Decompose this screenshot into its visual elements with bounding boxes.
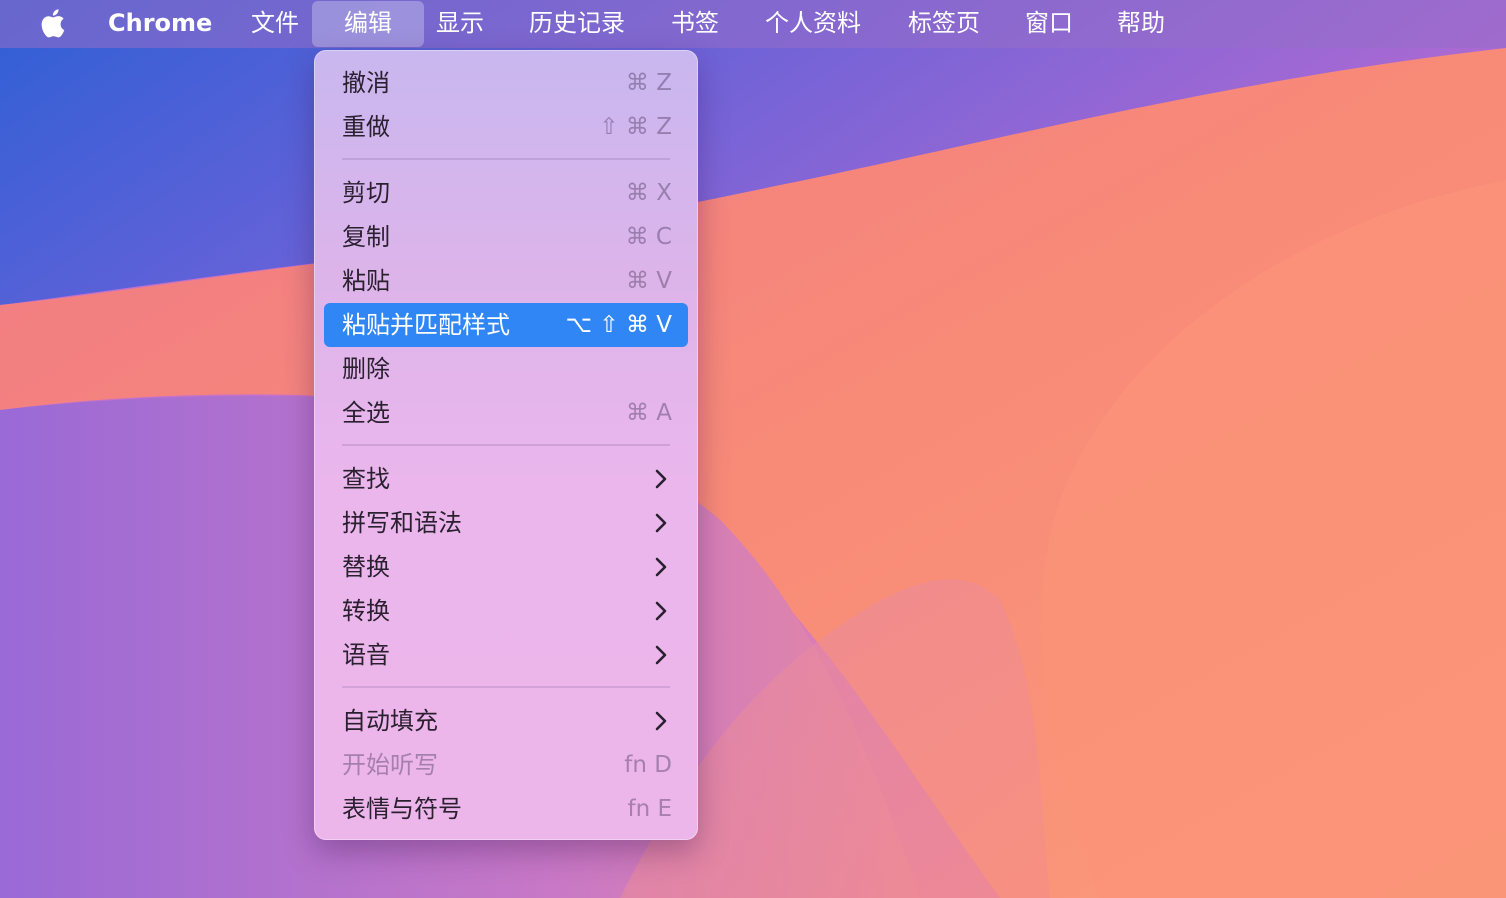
menu-item-speech[interactable]: 语音 (324, 633, 688, 677)
menu-item-label: 自动填充 (342, 707, 438, 735)
menu-item-label: 重做 (342, 113, 390, 141)
menu-item-spelling-and-grammar[interactable]: 拼写和语法 (324, 501, 688, 545)
menu-item-shortcut: fn D (624, 752, 672, 778)
menu-item-label: 表情与符号 (342, 795, 462, 823)
menu-item-shortcut: ⌘ C (625, 224, 672, 250)
chevron-right-icon (655, 469, 667, 489)
chevron-right-icon (655, 645, 667, 665)
edit-menu-dropdown: 撤消 ⌘ Z 重做 ⇧ ⌘ Z 剪切 ⌘ X 复制 ⌘ C 粘贴 ⌘ V 粘贴并… (314, 50, 698, 840)
apple-logo-icon[interactable] (38, 6, 70, 40)
menu-item-shortcut: ⌥ ⇧ ⌘ V (565, 312, 672, 338)
menu-item-transformations[interactable]: 转换 (324, 589, 688, 633)
menu-item-substitutions[interactable]: 替换 (324, 545, 688, 589)
menu-item-label: 替换 (342, 553, 390, 581)
menu-item-label: 粘贴并匹配样式 (342, 311, 510, 339)
menu-item-label: 剪切 (342, 179, 390, 207)
menu-item-copy[interactable]: 复制 ⌘ C (324, 215, 688, 259)
menu-item-label: 语音 (342, 641, 390, 669)
menu-item-label: 查找 (342, 465, 390, 493)
menu-item-paste-and-match-style[interactable]: 粘贴并匹配样式 ⌥ ⇧ ⌘ V (324, 303, 688, 347)
menubar-app-chrome[interactable]: Chrome (108, 0, 212, 48)
menubar-item-bookmarks[interactable]: 书签 (668, 0, 722, 48)
desktop-wallpaper (0, 0, 1506, 898)
menubar-item-file[interactable]: 文件 (248, 0, 302, 48)
menu-item-redo[interactable]: 重做 ⇧ ⌘ Z (324, 105, 688, 149)
menu-item-paste[interactable]: 粘贴 ⌘ V (324, 259, 688, 303)
menu-separator (342, 686, 670, 688)
menu-item-start-dictation: 开始听写 fn D (324, 743, 688, 787)
menu-item-label: 转换 (342, 597, 390, 625)
menu-item-shortcut: ⌘ V (625, 268, 672, 294)
chevron-right-icon (655, 557, 667, 577)
menu-item-emoji-and-symbols[interactable]: 表情与符号 fn E (324, 787, 688, 831)
menu-separator (342, 158, 670, 160)
menu-item-shortcut: ⌘ X (625, 180, 672, 206)
menu-item-select-all[interactable]: 全选 ⌘ A (324, 391, 688, 435)
menubar-item-history[interactable]: 历史记录 (524, 0, 630, 48)
menu-item-undo[interactable]: 撤消 ⌘ Z (324, 61, 688, 105)
chevron-right-icon (655, 513, 667, 533)
menu-item-label: 全选 (342, 399, 390, 427)
chevron-right-icon (655, 711, 667, 731)
menubar-item-view[interactable]: 显示 (433, 0, 487, 48)
menubar-item-window[interactable]: 窗口 (1022, 0, 1076, 48)
menu-item-shortcut: fn E (627, 796, 672, 822)
menubar-item-tab[interactable]: 标签页 (904, 0, 984, 48)
menu-item-delete[interactable]: 删除 (324, 347, 688, 391)
menubar-item-edit[interactable]: 编辑 (312, 1, 424, 47)
menu-item-label: 粘贴 (342, 267, 390, 295)
menu-item-label: 开始听写 (342, 751, 438, 779)
menubar-item-profiles[interactable]: 个人资料 (760, 0, 866, 48)
menu-item-label: 拼写和语法 (342, 509, 462, 537)
menu-item-autofill[interactable]: 自动填充 (324, 699, 688, 743)
menu-item-cut[interactable]: 剪切 ⌘ X (324, 171, 688, 215)
chevron-right-icon (655, 601, 667, 621)
menu-item-find[interactable]: 查找 (324, 457, 688, 501)
menu-item-shortcut: ⇧ ⌘ Z (599, 114, 672, 140)
menu-item-label: 删除 (342, 355, 390, 383)
menu-item-label: 复制 (342, 223, 390, 251)
menu-item-shortcut: ⌘ A (625, 400, 672, 426)
menu-item-shortcut: ⌘ Z (625, 70, 672, 96)
menu-item-label: 撤消 (342, 69, 390, 97)
menubar-item-help[interactable]: 帮助 (1114, 0, 1168, 48)
menu-separator (342, 444, 670, 446)
menu-bar: Chrome 文件 编辑 显示 历史记录 书签 个人资料 标签页 窗口 帮助 (0, 0, 1506, 48)
